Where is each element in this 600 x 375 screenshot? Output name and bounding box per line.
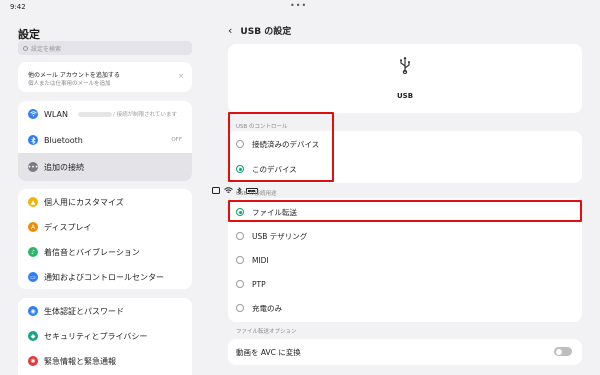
sidebar-item-label: ディスプレイ: [44, 222, 92, 232]
radio-file-transfer[interactable]: [236, 208, 244, 216]
usb-settings-pane: ‹ USB の設定 USB USB のコントロール 接続済みのデバイス このデバ…: [212, 0, 600, 375]
option-this-device[interactable]: このデバイス: [228, 157, 582, 181]
search-input[interactable]: 設定を検索: [18, 41, 192, 55]
emergency-icon: ✱: [28, 356, 38, 366]
section-usb-mode: USB の接続用途: [236, 191, 277, 197]
security-group: ◉ 生体認証とパスワード ◆ セキュリティとプライバシー ✱ 緊急情報と緊急通報: [18, 298, 192, 375]
sidebar-item-label: 追加の接続: [44, 162, 84, 172]
security-privacy-icon: ◆: [28, 331, 38, 341]
radio-ptp[interactable]: [236, 280, 244, 288]
usb-info-card: USB: [228, 44, 582, 113]
usb-mode-group: ファイル転送 USB テザリング MIDI PTP 充電のみ: [228, 198, 582, 322]
personalization-group: ▲ 個人用にカスタマイズ A ディスプレイ ♪ 着信音とバイブレーション ▭ 通…: [18, 189, 192, 289]
radio-usb-tethering[interactable]: [236, 232, 244, 240]
sidebar-item-sound[interactable]: ♪ 着信音とバイブレーション: [18, 239, 192, 265]
bluetooth-icon: [28, 135, 38, 145]
sidebar-item-bluetooth[interactable]: Bluetooth OFF: [18, 127, 192, 153]
biometrics-password-icon: ◉: [28, 306, 38, 316]
close-icon[interactable]: ×: [178, 72, 184, 80]
search-placeholder: 設定を検索: [31, 45, 62, 53]
option-ptp[interactable]: PTP: [228, 272, 582, 296]
detail-header: ‹ USB の設定: [228, 24, 291, 37]
sidebar-item-label: 通知およびコントロールセンター: [44, 272, 164, 282]
option-label: 動画を AVC に変換: [236, 347, 301, 357]
radio-midi[interactable]: [236, 256, 244, 264]
settings-list-pane: 設定 設定を検索 他のメール アカウントを追加する 個人または仕事用のメールを追…: [0, 0, 212, 375]
convert-avc-toggle[interactable]: [554, 347, 572, 356]
radio-this-device[interactable]: [236, 165, 244, 173]
sidebar-item-display[interactable]: A ディスプレイ: [18, 214, 192, 240]
connections-group: WLAN / 接続が制限されています Bluetooth OFF ••• 追加の…: [18, 101, 192, 181]
option-file-transfer[interactable]: ファイル転送: [228, 200, 582, 224]
usb-icon: [228, 56, 582, 78]
radio-connected-device[interactable]: [236, 140, 244, 148]
sidebar-item-personalize[interactable]: ▲ 個人用にカスタマイズ: [18, 189, 192, 215]
section-transfer-options: ファイル転送オプション: [236, 329, 297, 335]
option-label: 接続済みのデバイス: [252, 139, 320, 149]
bluetooth-status: OFF: [171, 137, 182, 143]
option-label: PTP: [252, 279, 266, 289]
option-midi[interactable]: MIDI: [228, 248, 582, 272]
sidebar-item-label: WLAN: [44, 109, 69, 119]
sidebar-item-notifications[interactable]: ▭ 通知およびコントロールセンター: [18, 264, 192, 290]
sidebar-item-security[interactable]: ◆ セキュリティとプライバシー: [18, 323, 192, 349]
sidebar-item-label: セキュリティとプライバシー: [44, 331, 148, 341]
notification-control-icon: ▭: [28, 272, 38, 282]
sidebar-item-label: 生体認証とパスワード: [44, 306, 124, 316]
option-label: USB テザリング: [252, 231, 308, 241]
option-label: 充電のみ: [252, 303, 282, 313]
sidebar-item-label: Bluetooth: [44, 135, 83, 145]
promo-subtitle: 個人または仕事用のメールを追加: [28, 81, 111, 87]
sound-vibration-icon: ♪: [28, 247, 38, 257]
option-label: MIDI: [252, 255, 269, 265]
more-connections-icon: •••: [27, 162, 39, 172]
section-usb-control: USB のコントロール: [236, 124, 288, 130]
detail-title: USB の設定: [240, 27, 292, 37]
sidebar-item-label: 個人用にカスタマイズ: [44, 197, 124, 207]
sidebar-item-label: 緊急情報と緊急通報: [44, 356, 116, 366]
option-connected-device[interactable]: 接続済みのデバイス: [228, 132, 582, 156]
display-icon: A: [28, 222, 38, 232]
convert-avc-row[interactable]: 動画を AVC に変換: [228, 339, 582, 365]
add-account-card[interactable]: 他のメール アカウントを追加する 個人または仕事用のメールを追加 ×: [18, 62, 192, 92]
network-name-redacted: [78, 111, 113, 117]
page-title: 設定: [18, 28, 40, 41]
usb-label: USB: [396, 92, 414, 100]
convert-avc-item: 動画を AVC に変換: [228, 340, 582, 364]
sidebar-item-emergency[interactable]: ✱ 緊急情報と緊急通報: [18, 348, 192, 374]
sidebar-item-biometrics[interactable]: ◉ 生体認証とパスワード: [18, 298, 192, 324]
wifi-icon: [28, 109, 38, 119]
option-label: このデバイス: [252, 164, 297, 174]
wlan-status: / 接続が制限されています: [113, 112, 177, 118]
option-label: ファイル転送: [252, 207, 297, 217]
radio-charge-only[interactable]: [236, 304, 244, 312]
promo-title: 他のメール アカウントを追加する: [28, 72, 120, 79]
sidebar-item-wlan[interactable]: WLAN / 接続が制限されています: [18, 101, 192, 127]
personalize-icon: ▲: [28, 197, 38, 207]
search-icon: [23, 45, 28, 51]
back-arrow-icon[interactable]: ‹: [228, 24, 232, 37]
sidebar-item-more-connections[interactable]: ••• 追加の接続: [18, 153, 192, 181]
sidebar-item-label: 着信音とバイブレーション: [44, 247, 140, 257]
usb-control-group: 接続済みのデバイス このデバイス: [228, 131, 582, 183]
option-charge-only[interactable]: 充電のみ: [228, 296, 582, 320]
option-usb-tethering[interactable]: USB テザリング: [228, 224, 582, 248]
